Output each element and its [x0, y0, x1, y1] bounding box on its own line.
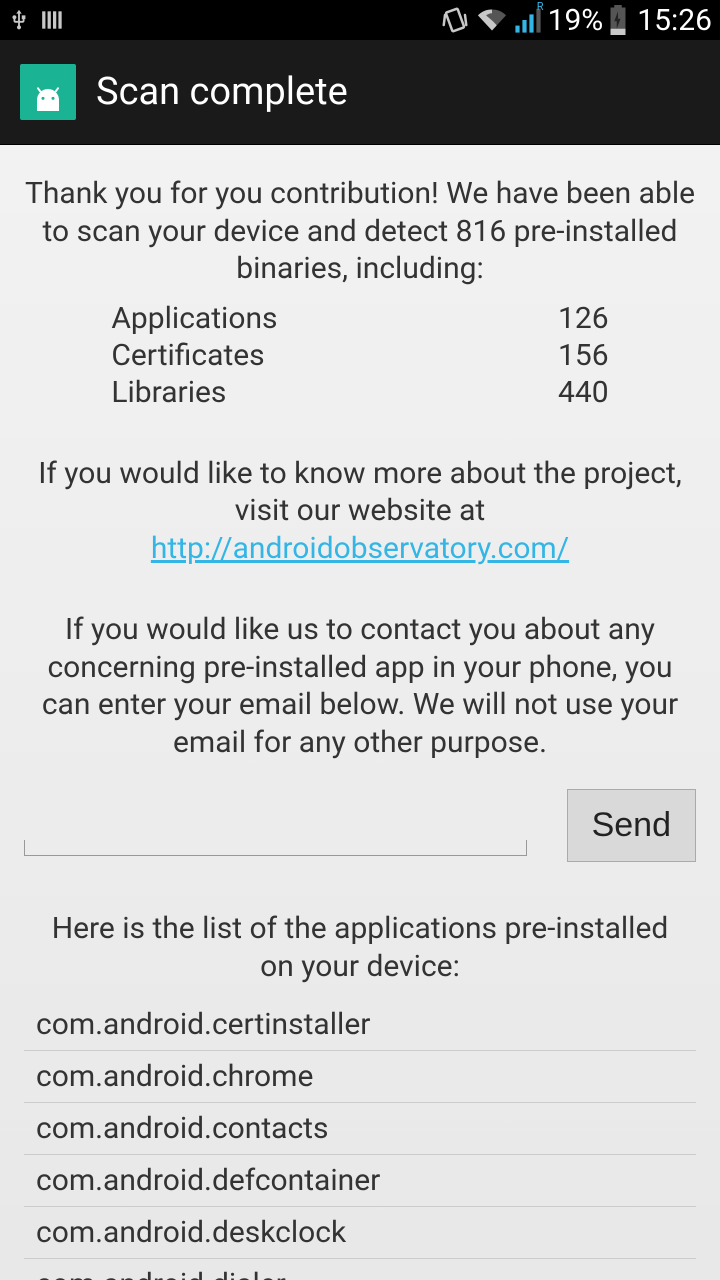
content-area: Thank you for you contribution! We have … — [0, 145, 720, 1280]
list-item[interactable]: com.android.deskclock — [24, 1207, 696, 1259]
summary-row: Libraries 440 — [111, 374, 608, 411]
package-list: com.android.certinstaller com.android.ch… — [24, 999, 696, 1280]
thank-you-text: Thank you for you contribution! We have … — [24, 175, 696, 288]
website-info: If you would like to know more about the… — [24, 455, 696, 568]
battery-charging-icon — [609, 5, 627, 35]
contact-info: If you would like us to contact you abou… — [24, 611, 696, 761]
summary-value: 440 — [558, 375, 609, 410]
list-item[interactable]: com.android.contacts — [24, 1103, 696, 1155]
summary-table: Applications 126 Certificates 156 Librar… — [111, 300, 608, 411]
package-list-heading: Here is the list of the applications pre… — [24, 910, 696, 985]
list-item[interactable]: com.android.dialer — [24, 1259, 696, 1280]
email-row: Send — [24, 789, 696, 862]
clock: 15:26 — [637, 3, 712, 38]
app-title-bar: Scan complete — [0, 40, 720, 145]
vibrate-icon — [440, 5, 470, 35]
status-bar: R 19% 15:26 — [0, 0, 720, 40]
app-icon — [20, 64, 76, 120]
summary-label: Libraries — [111, 375, 226, 410]
website-info-text: If you would like to know more about the… — [38, 456, 681, 529]
send-button[interactable]: Send — [567, 789, 696, 862]
summary-row: Certificates 156 — [111, 337, 608, 374]
list-item[interactable]: com.android.chrome — [24, 1051, 696, 1103]
battery-percentage: 19% — [548, 3, 604, 38]
summary-value: 126 — [558, 301, 609, 336]
usb-icon — [8, 5, 30, 35]
page-title: Scan complete — [96, 70, 348, 114]
list-item[interactable]: com.android.certinstaller — [24, 999, 696, 1051]
list-item[interactable]: com.android.defcontainer — [24, 1155, 696, 1207]
summary-label: Applications — [111, 301, 277, 336]
email-field[interactable] — [24, 840, 527, 856]
cell-signal-icon: R — [514, 6, 542, 34]
summary-value: 156 — [558, 338, 609, 373]
wifi-icon — [476, 6, 508, 34]
barcode-icon — [40, 7, 66, 33]
summary-label: Certificates — [111, 338, 264, 373]
website-link[interactable]: http://androidobservatory.com/ — [151, 531, 569, 566]
summary-row: Applications 126 — [111, 300, 608, 337]
